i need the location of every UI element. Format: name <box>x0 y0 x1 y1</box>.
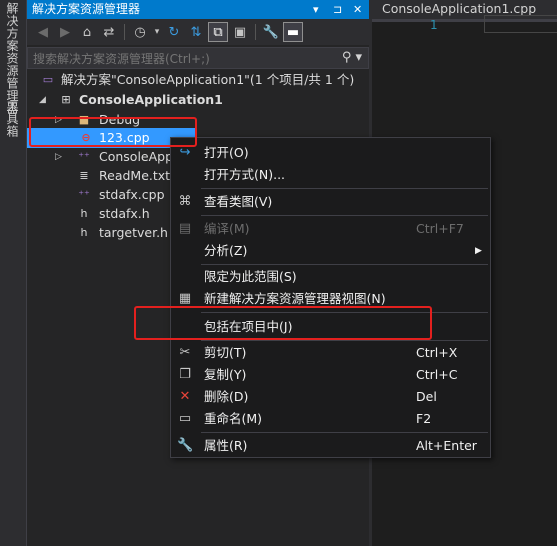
menu-item-copy[interactable]: ❐ 复制(Y) Ctrl+C <box>171 364 490 386</box>
panel-toolbar: ◀ ▶ ⌂ ⇄ ◷ ▾ ↻ ⇅ ⧉ ▣ 🔧 ▬ <box>27 19 369 45</box>
menu-label: 打开方式(N)... <box>204 167 286 182</box>
dropdown-arrow-icon[interactable]: ▾ <box>152 22 162 42</box>
tree-row-project[interactable]: ◢ ⊞ ConsoleApplication1 <box>27 90 367 110</box>
tree-label: stdafx.h <box>99 206 150 221</box>
compile-icon: ▤ <box>178 221 192 236</box>
menu-item-cut[interactable]: ✂ 剪切(T) Ctrl+X <box>171 342 490 364</box>
context-menu: ↪ 打开(O) 打开方式(N)... ⌘ 查看类图(V) ▤ 编译(M) Ctr… <box>170 137 491 458</box>
left-tool-strip: 解决方案资源管理器 工具箱 <box>0 0 27 546</box>
wrench-icon: 🔧 <box>177 438 194 453</box>
menu-separator <box>201 340 488 341</box>
rename-icon: ▭ <box>178 411 192 426</box>
show-all-files-icon[interactable]: ⧉ <box>208 22 228 42</box>
menu-label: 打开(O) <box>204 145 249 160</box>
menu-label: 分析(Z) <box>204 243 248 258</box>
menu-label: 复制(Y) <box>204 367 247 382</box>
menu-shortcut: Alt+Enter <box>416 438 477 453</box>
tree-label: stdafx.cpp <box>99 187 165 202</box>
tab-solution-explorer[interactable]: 解决方案资源管理器 <box>4 2 21 115</box>
refresh-icon[interactable]: ↻ <box>164 22 184 42</box>
menu-label: 查看类图(V) <box>204 194 273 209</box>
expand-arrow-icon[interactable]: ◢ <box>39 90 46 110</box>
menu-separator <box>201 215 488 216</box>
search-icon[interactable]: ⚲ ▾ <box>342 50 362 65</box>
panel-title-bar: 解决方案资源管理器 ▾ ⊐ ✕ <box>27 0 369 19</box>
current-line-highlight[interactable] <box>484 15 557 33</box>
tree-label: 解决方案"ConsoleApplication1"(1 个项目/共 1 个) <box>61 72 355 87</box>
menu-item-open-with[interactable]: 打开方式(N)... <box>171 164 490 186</box>
collapse-all-icon[interactable]: ⇅ <box>186 22 206 42</box>
menu-label: 剪切(T) <box>204 345 247 360</box>
menu-item-open[interactable]: ↪ 打开(O) <box>171 142 490 164</box>
close-icon[interactable]: ✕ <box>353 0 362 19</box>
preview-selected-items-icon[interactable]: ▬ <box>283 22 303 42</box>
menu-label: 属性(R) <box>204 438 248 453</box>
menu-item-compile[interactable]: ▤ 编译(M) Ctrl+F7 <box>171 218 490 240</box>
menu-item-rename[interactable]: ▭ 重命名(M) F2 <box>171 408 490 430</box>
properties-wrench-icon[interactable]: 🔧 <box>261 22 281 42</box>
class-diagram-icon: ⌘ <box>178 194 192 209</box>
panel-title: 解决方案资源管理器 <box>32 2 141 16</box>
forward-icon[interactable]: ▶ <box>55 22 75 42</box>
search-input[interactable] <box>28 49 368 69</box>
menu-shortcut: Del <box>416 389 437 404</box>
show-all-files-alt-icon[interactable]: ▣ <box>230 22 250 42</box>
menu-label: 限定为此范围(S) <box>204 269 297 284</box>
menu-shortcut: Ctrl+F7 <box>416 221 464 236</box>
text-file-icon: ≣ <box>79 169 89 182</box>
home-icon[interactable]: ⌂ <box>77 22 97 42</box>
menu-shortcut: Ctrl+X <box>416 345 458 360</box>
toolbar-separator <box>124 24 125 40</box>
line-number: 1 <box>430 18 438 32</box>
collapsed-arrow-icon[interactable]: ▷ <box>55 147 62 167</box>
sync-with-document-icon[interactable]: ⇄ <box>99 22 119 42</box>
tab-toolbox[interactable]: 工具箱 <box>4 100 21 138</box>
copy-icon: ❐ <box>179 367 191 382</box>
menu-item-view-class-diagram[interactable]: ⌘ 查看类图(V) <box>171 191 490 213</box>
menu-label: 重命名(M) <box>204 411 263 426</box>
pin-icon[interactable]: ⊐ <box>333 0 342 19</box>
header-file-icon: h <box>80 207 88 220</box>
toolbar-separator <box>255 24 256 40</box>
tree-row-solution[interactable]: ▭ 解决方案"ConsoleApplication1"(1 个项目/共 1 个) <box>27 70 367 90</box>
menu-shortcut: Ctrl+C <box>416 367 458 382</box>
menu-item-properties[interactable]: 🔧 属性(R) Alt+Enter <box>171 435 490 457</box>
tree-label: ConsoleApplication1 <box>79 92 223 107</box>
highlight-box-include <box>134 306 432 340</box>
pending-changes-filter-icon[interactable]: ◷ <box>130 22 150 42</box>
back-icon[interactable]: ◀ <box>33 22 53 42</box>
header-file-icon: h <box>80 226 88 239</box>
window-position-icon[interactable]: ▾ <box>313 0 319 19</box>
tree-label: ReadMe.txt <box>99 168 171 183</box>
solution-icon: ▭ <box>42 73 54 86</box>
delete-icon: ✕ <box>179 389 191 404</box>
tree-label: ConsoleApp <box>99 149 174 164</box>
cpp-file-icon: ⁺⁺ <box>78 188 90 201</box>
vs-window: 解决方案资源管理器 工具箱 解决方案资源管理器 ▾ ⊐ ✕ ◀ ▶ ⌂ ⇄ ◷ … <box>0 0 557 546</box>
cut-icon: ✂ <box>179 345 191 360</box>
submenu-arrow-icon: ▶ <box>475 246 482 256</box>
menu-separator <box>201 188 488 189</box>
menu-item-scope-to-this[interactable]: 限定为此范围(S) <box>171 266 490 288</box>
menu-item-analyze[interactable]: 分析(Z) ▶ <box>171 240 490 262</box>
tree-label: targetver.h <box>99 225 168 240</box>
highlight-box-file <box>29 117 197 147</box>
menu-shortcut: F2 <box>416 411 432 426</box>
menu-item-delete[interactable]: ✕ 删除(D) Del <box>171 386 490 408</box>
menu-label: 编译(M) <box>204 221 250 236</box>
project-icon: ⊞ <box>61 93 71 106</box>
menu-separator <box>201 432 488 433</box>
search-box[interactable]: ⚲ ▾ <box>27 47 369 69</box>
cpp-file-icon: ⁺⁺ <box>78 150 90 163</box>
menu-separator <box>201 264 488 265</box>
menu-label: 删除(D) <box>204 389 249 404</box>
